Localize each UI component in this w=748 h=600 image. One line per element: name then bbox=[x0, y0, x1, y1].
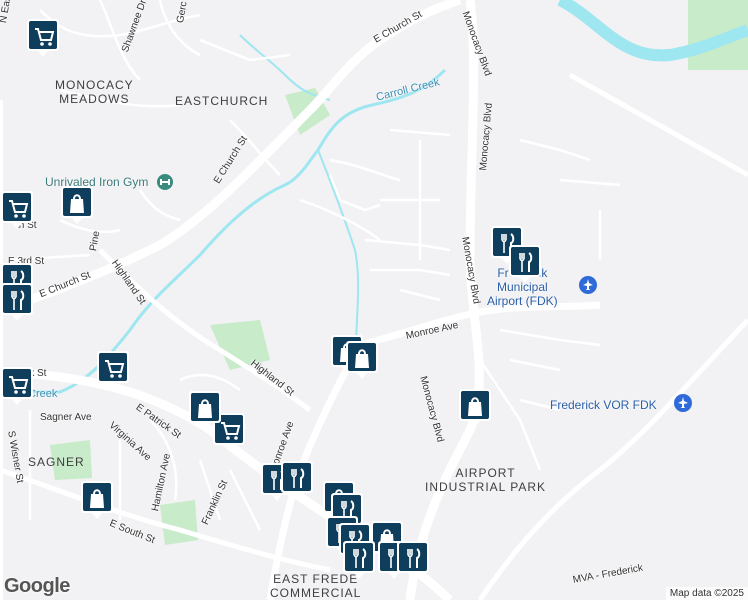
airplane-icon[interactable] bbox=[578, 275, 598, 295]
map-marker-restaurant[interactable] bbox=[0, 282, 34, 322]
map-attribution[interactable]: Map data ©2025 bbox=[665, 587, 748, 600]
map-marker-shopping-cart[interactable] bbox=[96, 350, 130, 390]
map-canvas[interactable]: MONOCACY MEADOWS EASTCHURCH SAGNER AIRPO… bbox=[0, 0, 748, 600]
area-label-airport-industrial: AIRPORT INDUSTRIAL PARK bbox=[425, 466, 546, 494]
airport-vor[interactable]: Frederick VOR FDK bbox=[550, 398, 657, 412]
runway-1 bbox=[568, 72, 748, 178]
dumbbell-icon bbox=[156, 174, 173, 190]
map-marker-shopping-bag[interactable] bbox=[188, 390, 222, 430]
shopping-cart-icon bbox=[97, 351, 129, 389]
road-label-sagner-ave: Sagner Ave bbox=[40, 412, 92, 423]
airplane-icon[interactable] bbox=[673, 393, 693, 413]
fork-knife-icon bbox=[1, 283, 33, 321]
fork-knife-icon bbox=[281, 461, 313, 499]
map-marker-restaurant[interactable] bbox=[396, 540, 430, 580]
area-label-line-1: AIRPORT bbox=[455, 466, 516, 480]
map-marker-shopping-bag[interactable] bbox=[80, 480, 114, 520]
park-south bbox=[160, 500, 198, 545]
google-logo: Google bbox=[4, 575, 70, 597]
creek-branch bbox=[317, 149, 360, 341]
map-marker-restaurant[interactable] bbox=[280, 460, 314, 500]
map-marker-restaurant[interactable] bbox=[508, 244, 542, 284]
area-label-eastchurch: EASTCHURCH bbox=[175, 94, 269, 108]
fork-knife-icon bbox=[509, 245, 541, 283]
shopping-bag-icon bbox=[61, 186, 93, 224]
fork-knife-icon bbox=[397, 541, 429, 579]
area-label-line-2: MEADOWS bbox=[59, 92, 130, 106]
creek-branch-north bbox=[239, 34, 331, 101]
area-label-line-1: MONOCACY bbox=[55, 78, 134, 92]
shopping-bag-icon bbox=[459, 389, 491, 427]
fork-knife-icon bbox=[343, 541, 375, 579]
shopping-bag-icon bbox=[189, 391, 221, 429]
map-marker-shopping-bag[interactable] bbox=[458, 388, 492, 428]
area-label-line-2: COMMERCIAL bbox=[270, 586, 362, 600]
map-marker-shopping-bag[interactable] bbox=[60, 185, 94, 225]
area-label-line-2: INDUSTRIAL PARK bbox=[425, 480, 547, 494]
map-marker-shopping-cart[interactable] bbox=[26, 18, 60, 58]
area-label-monocacy-meadows: MONOCACY MEADOWS bbox=[55, 78, 134, 106]
map-marker-shopping-cart[interactable] bbox=[0, 190, 34, 230]
map-marker-restaurant[interactable] bbox=[342, 540, 376, 580]
map-marker-shopping-cart[interactable] bbox=[0, 366, 34, 406]
shopping-cart-icon bbox=[1, 191, 33, 229]
area-label-sagner: SAGNER bbox=[28, 455, 85, 469]
shopping-bag-icon bbox=[81, 481, 113, 519]
airport-label-line-3: Airport (FDK) bbox=[487, 294, 558, 308]
shopping-cart-icon bbox=[1, 367, 33, 405]
shopping-cart-icon bbox=[27, 19, 59, 57]
map-marker-shopping-bag[interactable] bbox=[345, 340, 379, 380]
shopping-bag-icon bbox=[346, 341, 378, 379]
